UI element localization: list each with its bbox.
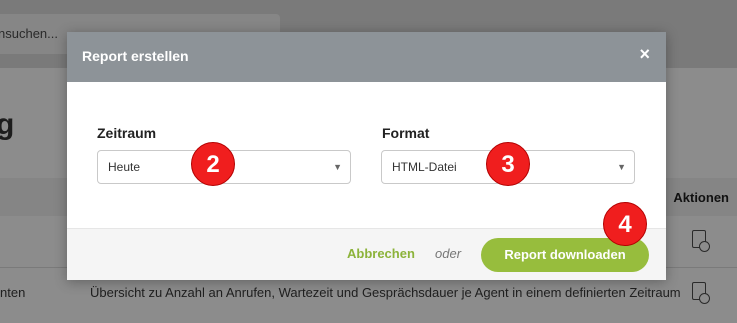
period-select-value: Heute (108, 160, 141, 174)
period-label: Zeitraum (97, 125, 157, 141)
cancel-button[interactable]: Abbrechen (347, 246, 415, 261)
step-badge-2: 2 (191, 142, 235, 186)
step-badge-3: 3 (486, 142, 530, 186)
page-title: g (0, 108, 15, 141)
download-report-icon[interactable] (692, 282, 710, 304)
modal-header: Report erstellen × (67, 32, 666, 82)
report-modal: Report erstellen × Zeitraum Heute ▼ Form… (67, 32, 666, 280)
step-badge-4: 4 (603, 202, 647, 246)
download-report-icon[interactable] (692, 230, 710, 252)
format-select-value: HTML-Datei (392, 160, 457, 174)
table-header-actions: Aktionen (673, 190, 729, 205)
table-cell-description: Übersicht zu Anzahl an Anrufen, Wartezei… (90, 285, 681, 300)
table-cell-name: nten (0, 285, 26, 300)
chevron-down-icon: ▼ (333, 162, 342, 172)
format-label: Format (382, 125, 430, 141)
or-text: oder (435, 246, 462, 261)
close-icon[interactable]: × (639, 44, 650, 65)
modal-footer: Abbrechen oder Report downloaden (67, 228, 666, 280)
modal-title: Report erstellen (82, 48, 189, 64)
chevron-down-icon: ▼ (617, 162, 626, 172)
